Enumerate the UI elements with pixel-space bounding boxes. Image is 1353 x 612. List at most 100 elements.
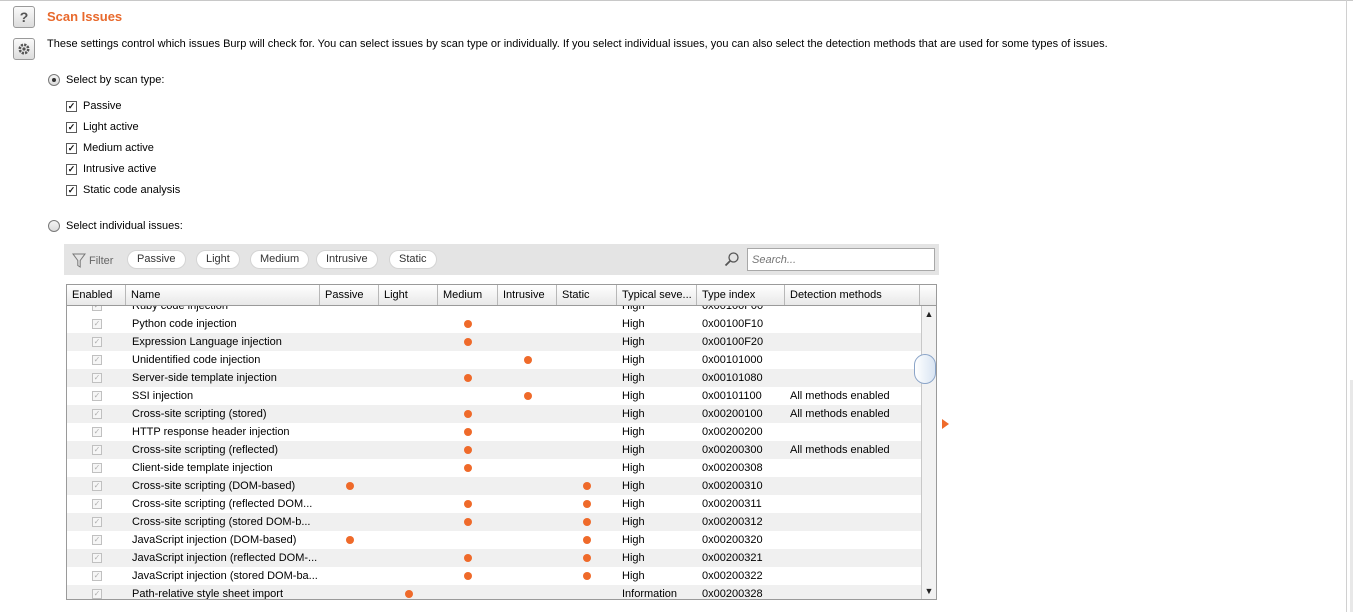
scan-type-checkbox-row[interactable]: ✓ Light active [66, 121, 139, 133]
column-header-passive[interactable]: Passive [320, 285, 379, 305]
search-input[interactable] [747, 248, 935, 271]
scrollbar-thumb[interactable] [914, 354, 936, 384]
table-row[interactable]: ✓ Python code injection High 0x00100F10 [67, 315, 921, 333]
column-header-intrusive[interactable]: Intrusive [498, 285, 557, 305]
expand-arrow-icon[interactable] [942, 419, 949, 429]
row-severity: High [622, 336, 645, 348]
table-row[interactable]: ✓ JavaScript injection (stored DOM-ba... H… [67, 567, 921, 585]
checkbox-label: Passive [83, 100, 122, 112]
filter-pill-passive[interactable]: Passive [127, 250, 186, 269]
scan-type-passive-dot [345, 536, 354, 544]
row-enabled-checkbox[interactable]: ✓ [92, 306, 102, 311]
column-header-name[interactable]: Name [126, 285, 320, 305]
row-name: Cross-site scripting (stored DOM-b... [132, 516, 311, 528]
row-severity: High [622, 408, 645, 420]
table-row[interactable]: ✓ Cross-site scripting (reflected DOM... H… [67, 495, 921, 513]
table-row[interactable]: ✓ JavaScript injection (reflected DOM-...… [67, 549, 921, 567]
radio-select-by-scan-type[interactable]: Select by scan type: [48, 74, 164, 86]
row-severity: Information [622, 588, 678, 599]
row-name: Path-relative style sheet import [132, 588, 284, 599]
row-name: JavaScript injection (DOM-based) [132, 534, 297, 546]
help-icon[interactable]: ? [13, 6, 35, 28]
scan-type-checkbox-row[interactable]: ✓ Passive [66, 100, 122, 112]
scan-type-medium-dot [464, 500, 472, 508]
row-enabled-checkbox[interactable]: ✓ [92, 427, 102, 437]
table-row[interactable]: ✓ Client-side template injection High 0x002… [67, 459, 921, 477]
row-detection-methods [785, 369, 921, 387]
radio-select-individual-issues[interactable]: Select individual issues: [48, 220, 183, 232]
scan-type-checkbox-row[interactable]: ✓ Intrusive active [66, 163, 156, 175]
table-row[interactable]: ✓ Cross-site scripting (stored) High 0x0020… [67, 405, 921, 423]
filter-button[interactable]: Filter [72, 253, 113, 269]
table-row[interactable]: ✓ Cross-site scripting (reflected) High 0x0… [67, 441, 921, 459]
checkbox-label: Light active [83, 121, 139, 133]
row-detection-methods [785, 459, 921, 477]
checkbox[interactable]: ✓ [66, 121, 77, 133]
scan-type-intrusive-dot [523, 356, 532, 364]
column-header-enabled[interactable]: Enabled [67, 285, 126, 305]
scan-type-static-dot [583, 500, 591, 508]
filter-pill-intrusive[interactable]: Intrusive [316, 250, 378, 269]
checkbox[interactable]: ✓ [66, 142, 77, 154]
checkbox-label: Medium active [83, 142, 154, 154]
table-row[interactable]: ✓ Expression Language injection High 0x0010… [67, 333, 921, 351]
row-enabled-checkbox[interactable]: ✓ [92, 409, 102, 419]
row-enabled-checkbox[interactable]: ✓ [92, 355, 102, 365]
table-row[interactable]: ✓ Cross-site scripting (DOM-based) High 0x0… [67, 477, 921, 495]
row-enabled-checkbox[interactable]: ✓ [92, 463, 102, 473]
row-enabled-checkbox[interactable]: ✓ [92, 589, 102, 599]
row-severity: High [622, 372, 645, 384]
scan-type-checkbox-row[interactable]: ✓ Medium active [66, 142, 154, 154]
row-detection-methods [785, 495, 921, 513]
row-enabled-checkbox[interactable]: ✓ [92, 499, 102, 509]
scan-type-medium-dot [464, 464, 472, 472]
row-severity: High [622, 306, 645, 312]
row-enabled-checkbox[interactable]: ✓ [92, 445, 102, 455]
row-enabled-checkbox[interactable]: ✓ [92, 481, 102, 491]
row-enabled-checkbox[interactable]: ✓ [92, 517, 102, 527]
row-enabled-checkbox[interactable]: ✓ [92, 553, 102, 563]
gear-icon[interactable] [13, 38, 35, 60]
table-row[interactable]: ✓ Unidentified code injection High 0x001010… [67, 351, 921, 369]
row-type-index: 0x00100F20 [702, 336, 764, 348]
row-type-index: 0x00200328 [702, 588, 763, 599]
table-row[interactable]: ✓ Server-side template injection High 0x001… [67, 369, 921, 387]
scan-type-intrusive-dot [523, 392, 532, 400]
scroll-down-arrow-icon[interactable]: ▼ [922, 584, 936, 598]
row-enabled-checkbox[interactable]: ✓ [92, 337, 102, 347]
row-name: Server-side template injection [132, 372, 277, 384]
row-enabled-checkbox[interactable]: ✓ [92, 535, 102, 545]
checkbox[interactable]: ✓ [66, 100, 77, 112]
filter-pill-static[interactable]: Static [389, 250, 437, 269]
table-vertical-scrollbar[interactable]: ▲ ▼ [914, 306, 936, 599]
window-top-border [0, 0, 1353, 1]
table-row[interactable]: ✓ HTTP response header injection High 0x002… [67, 423, 921, 441]
column-header-severity[interactable]: Typical seve... [617, 285, 697, 305]
filter-pill-medium[interactable]: Medium [250, 250, 310, 269]
scroll-up-arrow-icon[interactable]: ▲ [922, 307, 936, 321]
column-header-static[interactable]: Static [557, 285, 617, 305]
row-enabled-checkbox[interactable]: ✓ [92, 373, 102, 383]
column-header-detection-methods[interactable]: Detection methods [785, 285, 920, 305]
scan-type-checkbox-row[interactable]: ✓ Static code analysis [66, 184, 180, 196]
row-severity: High [622, 480, 645, 492]
table-row[interactable]: ✓ Cross-site scripting (stored DOM-b... Hi… [67, 513, 921, 531]
column-header-medium[interactable]: Medium [438, 285, 498, 305]
filter-pill-light[interactable]: Light [196, 250, 240, 269]
row-enabled-checkbox[interactable]: ✓ [92, 391, 102, 401]
table-row[interactable]: ✓ Path-relative style sheet import Informa… [67, 585, 921, 599]
column-header-light[interactable]: Light [379, 285, 438, 305]
row-enabled-checkbox[interactable]: ✓ [92, 319, 102, 329]
table-row[interactable]: ✓ SSI injection High 0x00101100 All methods … [67, 387, 921, 405]
column-header-type-index[interactable]: Type index [697, 285, 785, 305]
checkbox[interactable]: ✓ [66, 184, 77, 196]
checkbox[interactable]: ✓ [66, 163, 77, 175]
row-type-index: 0x00200311 [702, 498, 762, 510]
table-row[interactable]: ✓ JavaScript injection (DOM-based) High 0x0… [67, 531, 921, 549]
issues-table: Enabled Name Passive Light Medium Intrus… [66, 284, 937, 600]
gear-icon-glyph [18, 43, 30, 55]
table-row-partial[interactable]: ✓ Ruby code injection High 0x00100F00 [67, 306, 921, 315]
row-enabled-checkbox[interactable]: ✓ [92, 571, 102, 581]
radio-button[interactable] [48, 220, 60, 232]
radio-button[interactable] [48, 74, 60, 86]
